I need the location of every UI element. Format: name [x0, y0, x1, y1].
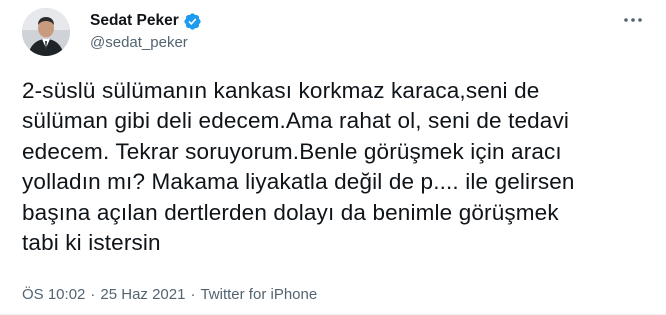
verified-badge-icon: [184, 12, 201, 30]
display-name[interactable]: Sedat Peker: [90, 11, 179, 31]
tweet-date[interactable]: 25 Haz 2021: [100, 285, 185, 305]
meta-separator: ·: [190, 286, 196, 303]
meta-separator: ·: [90, 286, 96, 303]
tweet-time[interactable]: ÖS 10:02: [22, 285, 85, 305]
user-info: Sedat Peker @sedat_peker: [90, 11, 202, 53]
avatar[interactable]: [22, 8, 70, 56]
tweet-header: Sedat Peker @sedat_peker: [22, 8, 652, 56]
tweet-card: Sedat Peker @sedat_peker 2-süslü sülüman…: [0, 0, 666, 315]
user-handle[interactable]: @sedat_peker: [90, 33, 202, 53]
more-options-icon[interactable]: [622, 14, 644, 26]
tweet-text: 2-süslü sülümanın kankası korkmaz karaca…: [22, 78, 575, 256]
tweet-source[interactable]: Twitter for iPhone: [200, 285, 317, 305]
name-row: Sedat Peker: [90, 11, 202, 31]
profile-photo-icon: [22, 8, 70, 56]
tweet-metadata: ÖS 10:02 · 25 Haz 2021 · Twitter for iPh…: [22, 285, 317, 305]
